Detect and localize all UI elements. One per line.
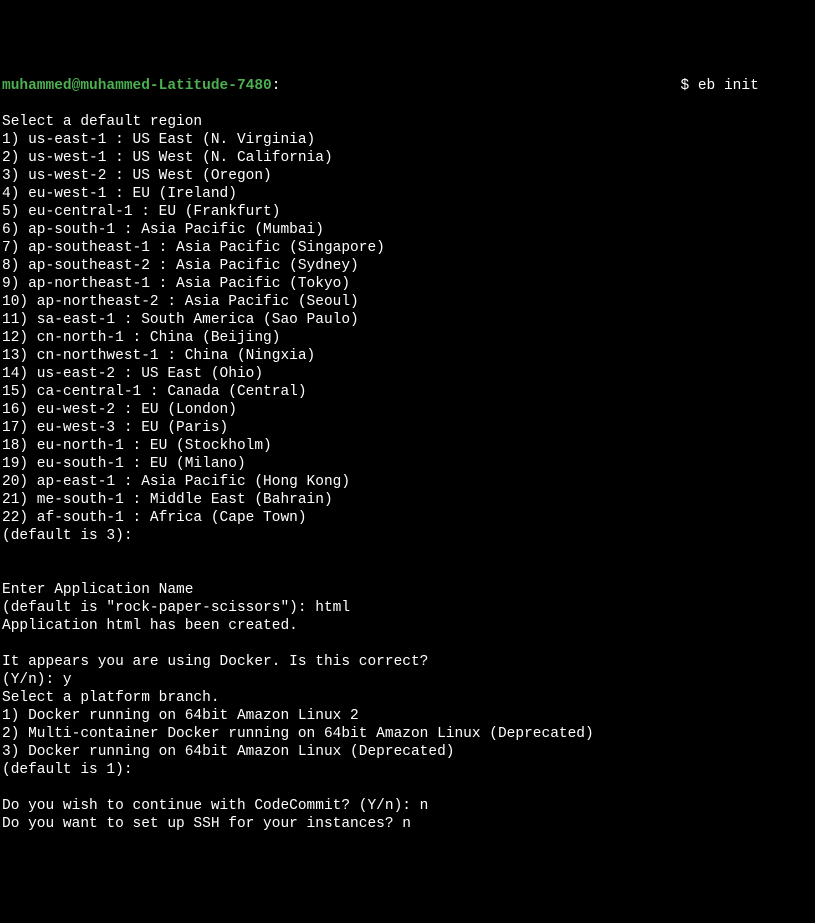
region-option: 16) eu-west-2 : EU (London) (2, 402, 237, 418)
region-option: 19) eu-south-1 : EU (Milano) (2, 456, 246, 472)
codecommit-prompt: Do you wish to continue with CodeCommit?… (2, 798, 428, 814)
ssh-prompt: Do you want to set up SSH for your insta… (2, 816, 411, 832)
app-created-message: Application html has been created. (2, 618, 298, 634)
region-option: 21) me-south-1 : Middle East (Bahrain) (2, 492, 333, 508)
platform-option: 3) Docker running on 64bit Amazon Linux … (2, 744, 454, 760)
region-option: 22) af-south-1 : Africa (Cape Town) (2, 510, 307, 526)
region-option: 14) us-east-2 : US East (Ohio) (2, 366, 263, 382)
prompt-dollar: $ (680, 77, 697, 95)
platform-option: 1) Docker running on 64bit Amazon Linux … (2, 708, 359, 724)
platform-option: 2) Multi-container Docker running on 64b… (2, 726, 594, 742)
region-option: 20) ap-east-1 : Asia Pacific (Hong Kong) (2, 474, 350, 490)
region-option: 8) ap-southeast-2 : Asia Pacific (Sydney… (2, 258, 359, 274)
region-option: 4) eu-west-1 : EU (Ireland) (2, 186, 237, 202)
command-text: eb init (698, 77, 759, 95)
docker-answer-prompt: (Y/n): y (2, 672, 72, 688)
app-name-header: Enter Application Name (2, 582, 193, 598)
region-option: 15) ca-central-1 : Canada (Central) (2, 384, 307, 400)
region-header: Select a default region (2, 114, 202, 130)
prompt-user-host: muhammed@muhammed-Latitude-7480 (2, 77, 272, 95)
region-option: 18) eu-north-1 : EU (Stockholm) (2, 438, 272, 454)
region-option: 3) us-west-2 : US West (Oregon) (2, 168, 272, 184)
region-option: 9) ap-northeast-1 : Asia Pacific (Tokyo) (2, 276, 350, 292)
prompt-separator: : (272, 77, 281, 95)
region-option: 1) us-east-1 : US East (N. Virginia) (2, 132, 315, 148)
region-option: 10) ap-northeast-2 : Asia Pacific (Seoul… (2, 294, 359, 310)
region-option: 2) us-west-1 : US West (N. California) (2, 150, 333, 166)
region-option: 17) eu-west-3 : EU (Paris) (2, 420, 228, 436)
region-default-prompt: (default is 3): (2, 528, 133, 544)
app-name-prompt: (default is "rock-paper-scissors"): html (2, 600, 350, 616)
region-option: 7) ap-southeast-1 : Asia Pacific (Singap… (2, 240, 385, 256)
region-option: 5) eu-central-1 : EU (Frankfurt) (2, 204, 280, 220)
docker-detect-message: It appears you are using Docker. Is this… (2, 654, 428, 670)
prompt-line: muhammed@muhammed-Latitude-7480: $ eb ini… (2, 77, 813, 95)
region-option: 11) sa-east-1 : South America (Sao Paulo… (2, 312, 359, 328)
terminal-output[interactable]: muhammed@muhammed-Latitude-7480: $ eb ini… (2, 77, 813, 833)
region-option: 6) ap-south-1 : Asia Pacific (Mumbai) (2, 222, 324, 238)
platform-default-prompt: (default is 1): (2, 762, 133, 778)
region-option: 12) cn-north-1 : China (Beijing) (2, 330, 280, 346)
region-option: 13) cn-northwest-1 : China (Ningxia) (2, 348, 315, 364)
platform-header: Select a platform branch. (2, 690, 220, 706)
